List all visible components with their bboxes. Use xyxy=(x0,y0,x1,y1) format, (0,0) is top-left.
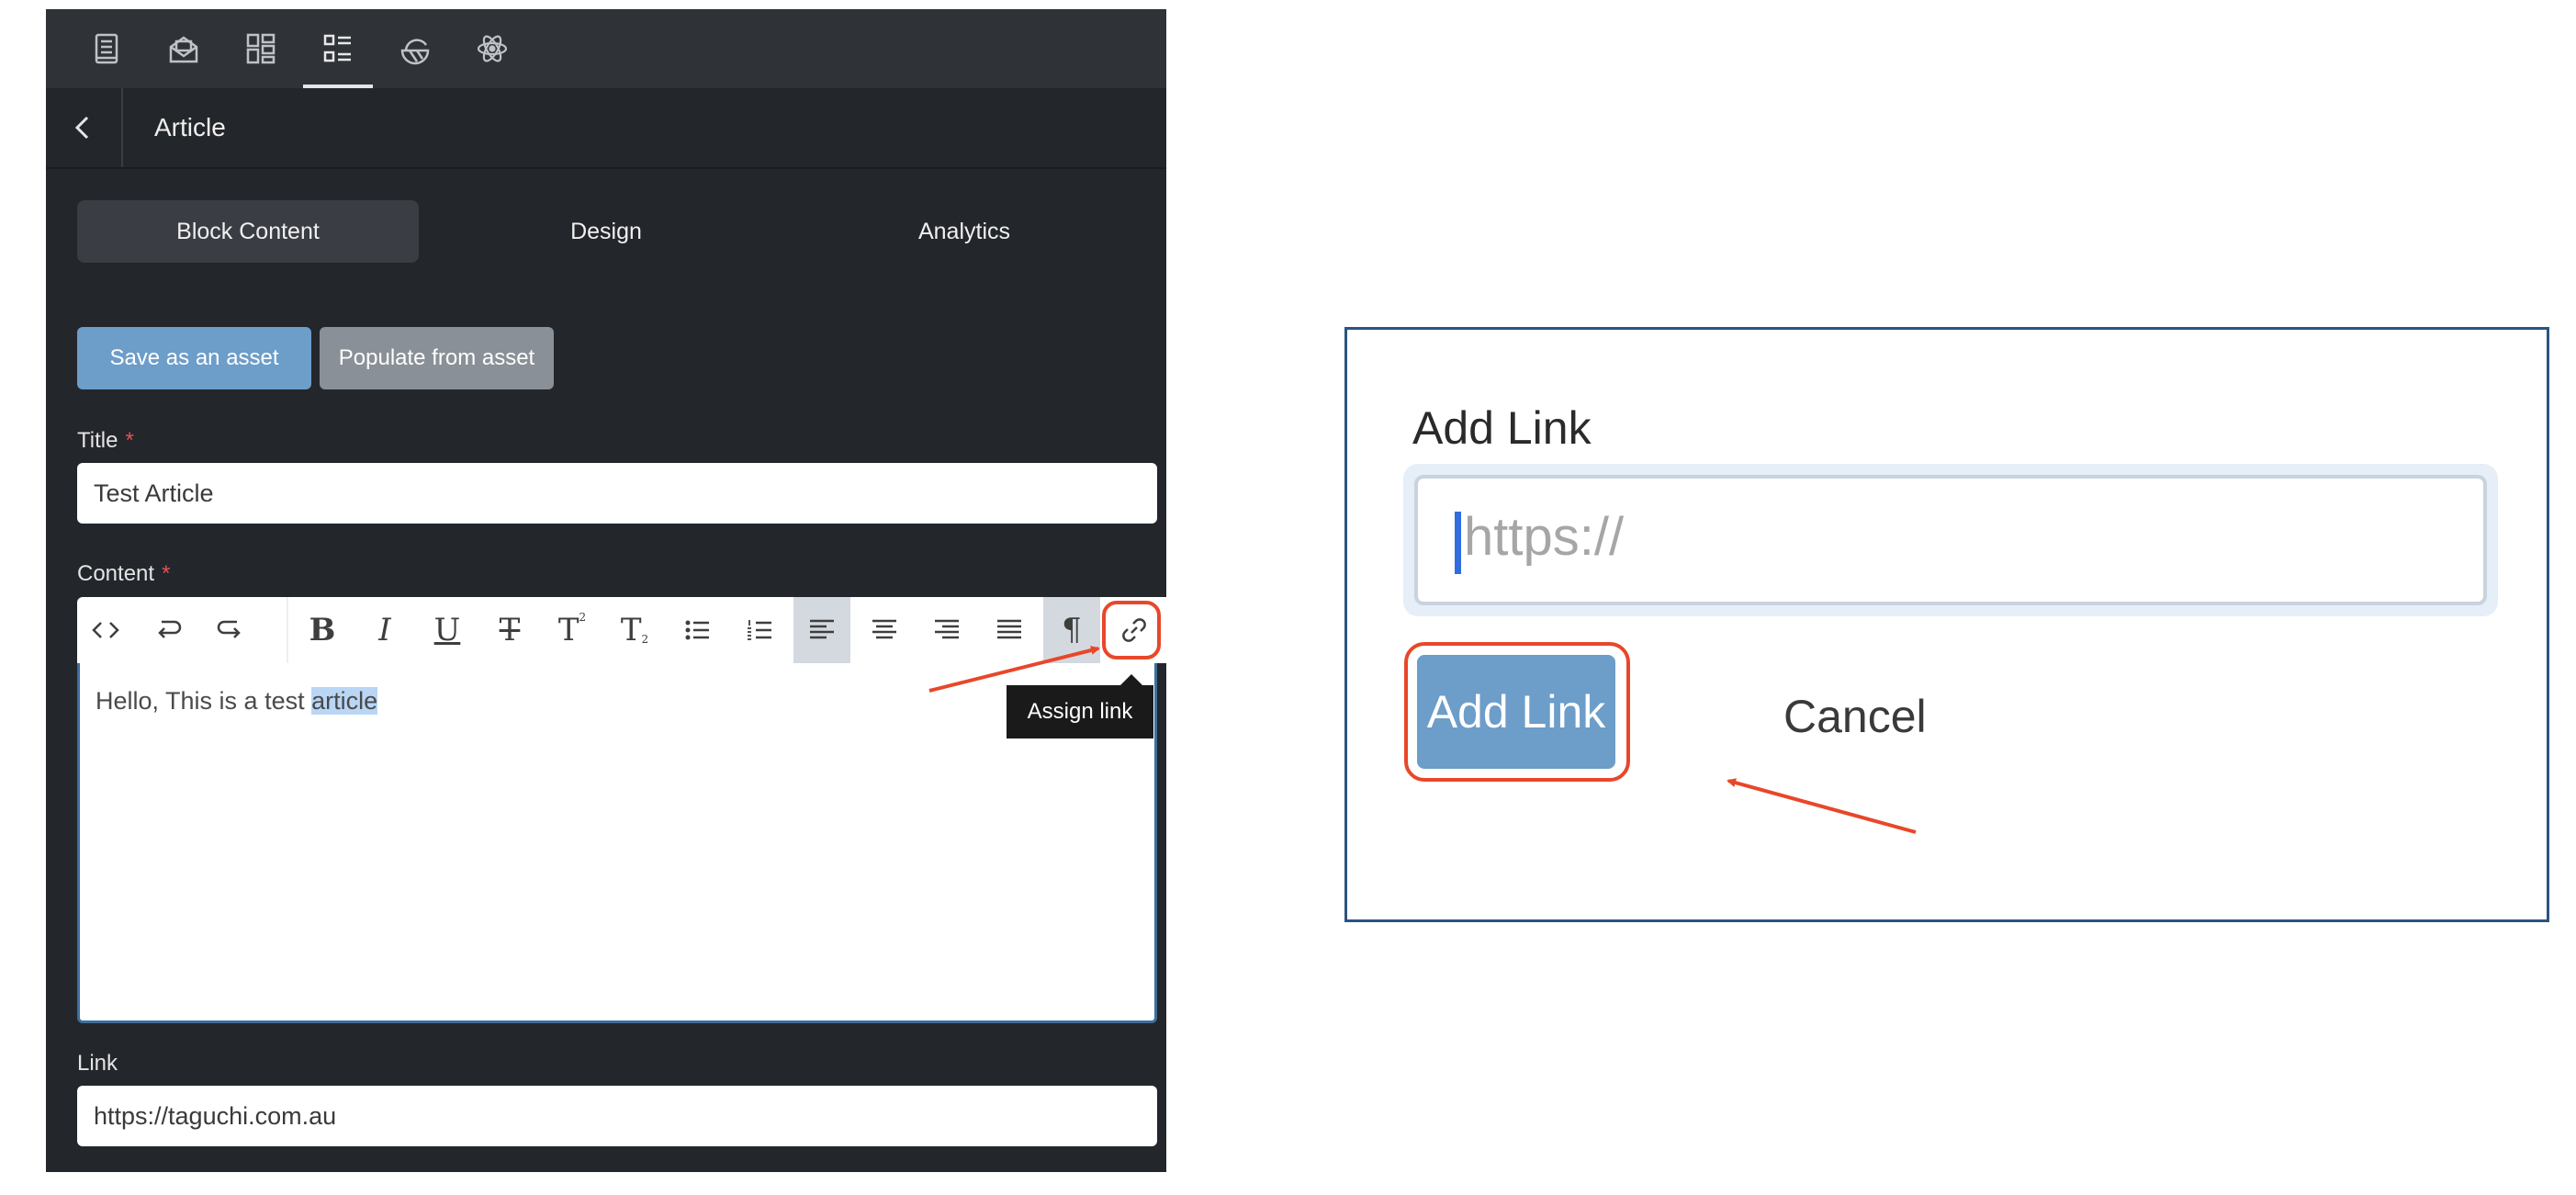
add-link-button[interactable]: Add Link xyxy=(1417,655,1615,769)
align-left-button[interactable] xyxy=(793,597,850,663)
justify-icon xyxy=(997,619,1021,639)
toolbar-separator xyxy=(287,597,288,663)
redo-button[interactable] xyxy=(202,597,259,663)
list-icon[interactable] xyxy=(303,24,373,88)
bullet-list-icon xyxy=(685,620,709,640)
page-icon[interactable] xyxy=(83,24,130,73)
link-button-highlight xyxy=(1102,601,1161,660)
underline-button[interactable]: U xyxy=(419,597,476,663)
required-marker: * xyxy=(125,428,134,453)
numbered-list-icon xyxy=(748,620,771,640)
url-input-focus-ring: https:// xyxy=(1403,464,2498,616)
undo-button[interactable] xyxy=(140,597,197,663)
align-right-icon xyxy=(935,619,959,639)
editor-toolbar: B I U T T2 T2 ¶ xyxy=(77,597,1166,663)
tab-analytics[interactable]: Analytics xyxy=(793,200,1135,263)
link-label: Link xyxy=(77,1051,118,1076)
content-label: Content * xyxy=(77,561,171,586)
link-input[interactable]: https://taguchi.com.au xyxy=(77,1086,1157,1146)
page-title: Article xyxy=(154,113,226,141)
top-tab-bar xyxy=(46,9,1166,88)
title-input[interactable]: Test Article xyxy=(77,463,1157,524)
italic-button[interactable]: I xyxy=(356,597,413,663)
align-center-button[interactable] xyxy=(856,597,913,663)
panel-header: Article xyxy=(46,88,1166,169)
populate-from-asset-button[interactable]: Populate from asset xyxy=(320,327,554,389)
subscript-button[interactable]: T2 xyxy=(606,597,663,663)
selected-text: article xyxy=(311,687,378,715)
add-link-dialog: Add Link https:// Add Link Cancel xyxy=(1344,327,2549,922)
justify-button[interactable] xyxy=(981,597,1038,663)
undo-icon xyxy=(158,620,182,638)
strikethrough-button[interactable]: T xyxy=(481,597,538,663)
dialog-title: Add Link xyxy=(1412,402,1592,454)
code-icon xyxy=(92,622,119,638)
content-editor[interactable]: Hello, This is a test article xyxy=(77,663,1157,1023)
editor-text: Hello, This is a test article xyxy=(96,687,378,715)
text-caret xyxy=(1455,512,1461,574)
source-code-button[interactable] xyxy=(77,597,134,663)
envelope-icon[interactable] xyxy=(160,24,208,73)
align-center-icon xyxy=(872,619,896,639)
bold-button[interactable]: B xyxy=(294,597,351,663)
superscript-button[interactable]: T2 xyxy=(544,597,601,663)
cancel-button[interactable]: Cancel xyxy=(1783,690,1927,743)
align-right-button[interactable] xyxy=(918,597,975,663)
title-label: Title * xyxy=(77,428,134,453)
paragraph-button[interactable]: ¶ xyxy=(1043,597,1100,663)
assign-link-tooltip: Assign link xyxy=(1007,674,1153,738)
required-marker: * xyxy=(162,561,171,586)
chevron-left-icon xyxy=(74,116,89,140)
back-button[interactable] xyxy=(46,88,123,167)
article-editor-panel: Article Block Content Design Analytics S… xyxy=(46,9,1166,1172)
atom-icon[interactable] xyxy=(468,24,516,73)
bullet-list-button[interactable] xyxy=(669,597,726,663)
url-input[interactable]: https:// xyxy=(1414,475,2487,605)
save-as-asset-button[interactable]: Save as an asset xyxy=(77,327,311,389)
redo-icon xyxy=(217,620,241,638)
tab-block-content[interactable]: Block Content xyxy=(77,200,419,263)
segment-icon[interactable] xyxy=(391,24,439,73)
align-left-icon xyxy=(810,619,834,639)
tab-design[interactable]: Design xyxy=(435,200,777,263)
layout-icon[interactable] xyxy=(237,24,285,73)
url-placeholder: https:// xyxy=(1464,507,1625,567)
numbered-list-button[interactable] xyxy=(731,597,788,663)
